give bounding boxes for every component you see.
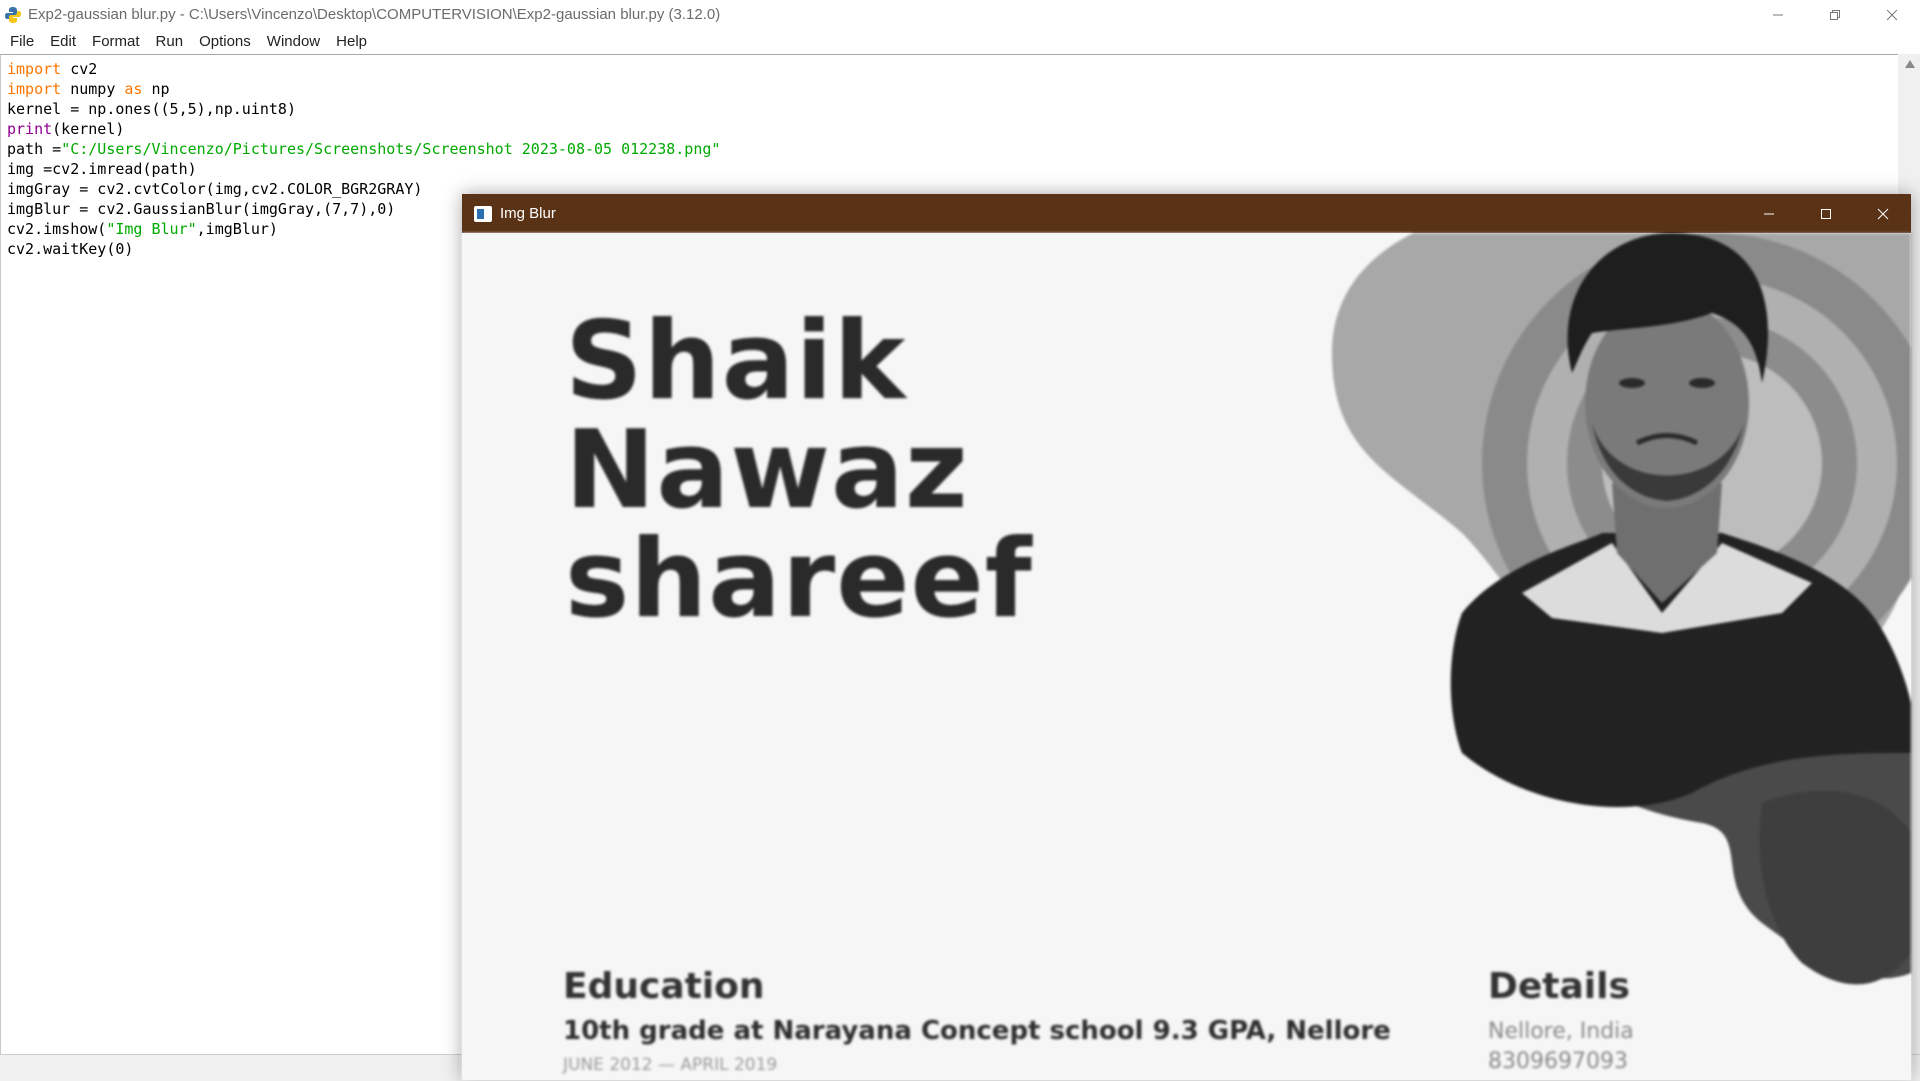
name-line-1: Shaik	[565, 299, 907, 424]
restore-icon	[1829, 9, 1840, 20]
code-token: imgGray = cv2.cvtColor(img,cv2.COLOR_BGR…	[7, 180, 423, 198]
opencv-maximize-button[interactable]	[1797, 194, 1854, 233]
code-line: imgGray = cv2.cvtColor(img,cv2.COLOR_BGR…	[7, 179, 422, 199]
code-token: numpy	[61, 80, 125, 98]
opencv-window-controls	[1740, 194, 1911, 233]
maximize-icon	[1820, 208, 1831, 219]
image-window-icon	[474, 205, 492, 222]
menu-run[interactable]: Run	[148, 33, 192, 50]
code-token: np	[142, 80, 170, 98]
code-line: img =cv2.imread(path)	[7, 159, 197, 179]
details-heading: Details	[1488, 966, 1630, 1007]
close-button[interactable]	[1863, 0, 1920, 29]
code-token: imgBlur = cv2.GaussianBlur(imgGray,(7,7)…	[7, 200, 396, 218]
code-line: path ="C:/Users/Vincenzo/Pictures/Screen…	[7, 139, 720, 159]
code-line: cv2.imshow("Img Blur",imgBlur)	[7, 219, 278, 239]
close-icon	[1877, 208, 1888, 219]
code-token: "C:/Users/Vincenzo/Pictures/Screenshots/…	[61, 140, 721, 158]
code-token: path =	[7, 140, 62, 158]
code-token: (kernel)	[52, 120, 125, 138]
code-line: import numpy as np	[7, 79, 170, 99]
code-line: import cv2	[7, 59, 97, 79]
code-token: "Img Blur"	[106, 220, 197, 238]
details-phone: 8309697093	[1488, 1049, 1628, 1074]
code-token: kernel = np.ones((5,5),np.uint8)	[7, 100, 296, 118]
scroll-up-arrow-icon[interactable]	[1905, 60, 1915, 68]
code-token: cv2.waitKey(0)	[7, 240, 134, 258]
code-token: import	[7, 60, 62, 78]
code-token: ,imgBlur)	[196, 220, 278, 238]
python-icon	[4, 6, 22, 24]
education-item: 10th grade at Narayana Concept school 9.…	[563, 1016, 1391, 1046]
opencv-image-window: Img Blur Shaik Nawaz shareef Education 1…	[462, 194, 1911, 1080]
blurred-resume-image: Shaik Nawaz shareef Education 10th grade…	[462, 233, 1911, 1080]
menu-format[interactable]: Format	[84, 33, 148, 50]
details-location: Nellore, India	[1488, 1019, 1634, 1044]
education-dates: JUNE 2012 — APRIL 2019	[563, 1055, 778, 1075]
code-line: cv2.waitKey(0)	[7, 239, 133, 259]
code-token: cv2.imshow(	[7, 220, 107, 238]
code-line: imgBlur = cv2.GaussianBlur(imgGray,(7,7)…	[7, 199, 395, 219]
window-title: Exp2-gaussian blur.py - C:\Users\Vincenz…	[28, 6, 721, 23]
name-line-2: Nawaz	[565, 408, 969, 533]
code-line: print(kernel)	[7, 119, 124, 139]
minimize-button[interactable]	[1749, 0, 1806, 29]
window-controls	[1749, 0, 1920, 29]
menu-window[interactable]: Window	[259, 33, 328, 50]
code-token: cv2	[61, 60, 98, 78]
code-token: as	[124, 80, 143, 98]
menu-edit[interactable]: Edit	[42, 33, 84, 50]
menubar: File Edit Format Run Options Window Help	[0, 29, 1920, 54]
education-heading: Education	[563, 966, 765, 1007]
menu-help[interactable]: Help	[328, 33, 375, 50]
code-token: import	[7, 80, 62, 98]
name-line-3: shareef	[565, 517, 1033, 642]
menu-file[interactable]: File	[0, 33, 42, 50]
opencv-minimize-button[interactable]	[1740, 194, 1797, 233]
idle-titlebar: Exp2-gaussian blur.py - C:\Users\Vincenz…	[0, 0, 1920, 29]
opencv-titlebar: Img Blur	[462, 194, 1911, 233]
menu-options[interactable]: Options	[191, 33, 259, 50]
restore-button[interactable]	[1806, 0, 1863, 29]
code-token: print	[7, 120, 53, 138]
close-icon	[1886, 9, 1897, 20]
minimize-icon	[1763, 213, 1774, 214]
opencv-window-title: Img Blur	[500, 205, 556, 222]
code-line: kernel = np.ones((5,5),np.uint8)	[7, 99, 296, 119]
minimize-icon	[1772, 14, 1783, 15]
code-token: img =cv2.imread(path)	[7, 160, 197, 178]
opencv-close-button[interactable]	[1854, 194, 1911, 233]
